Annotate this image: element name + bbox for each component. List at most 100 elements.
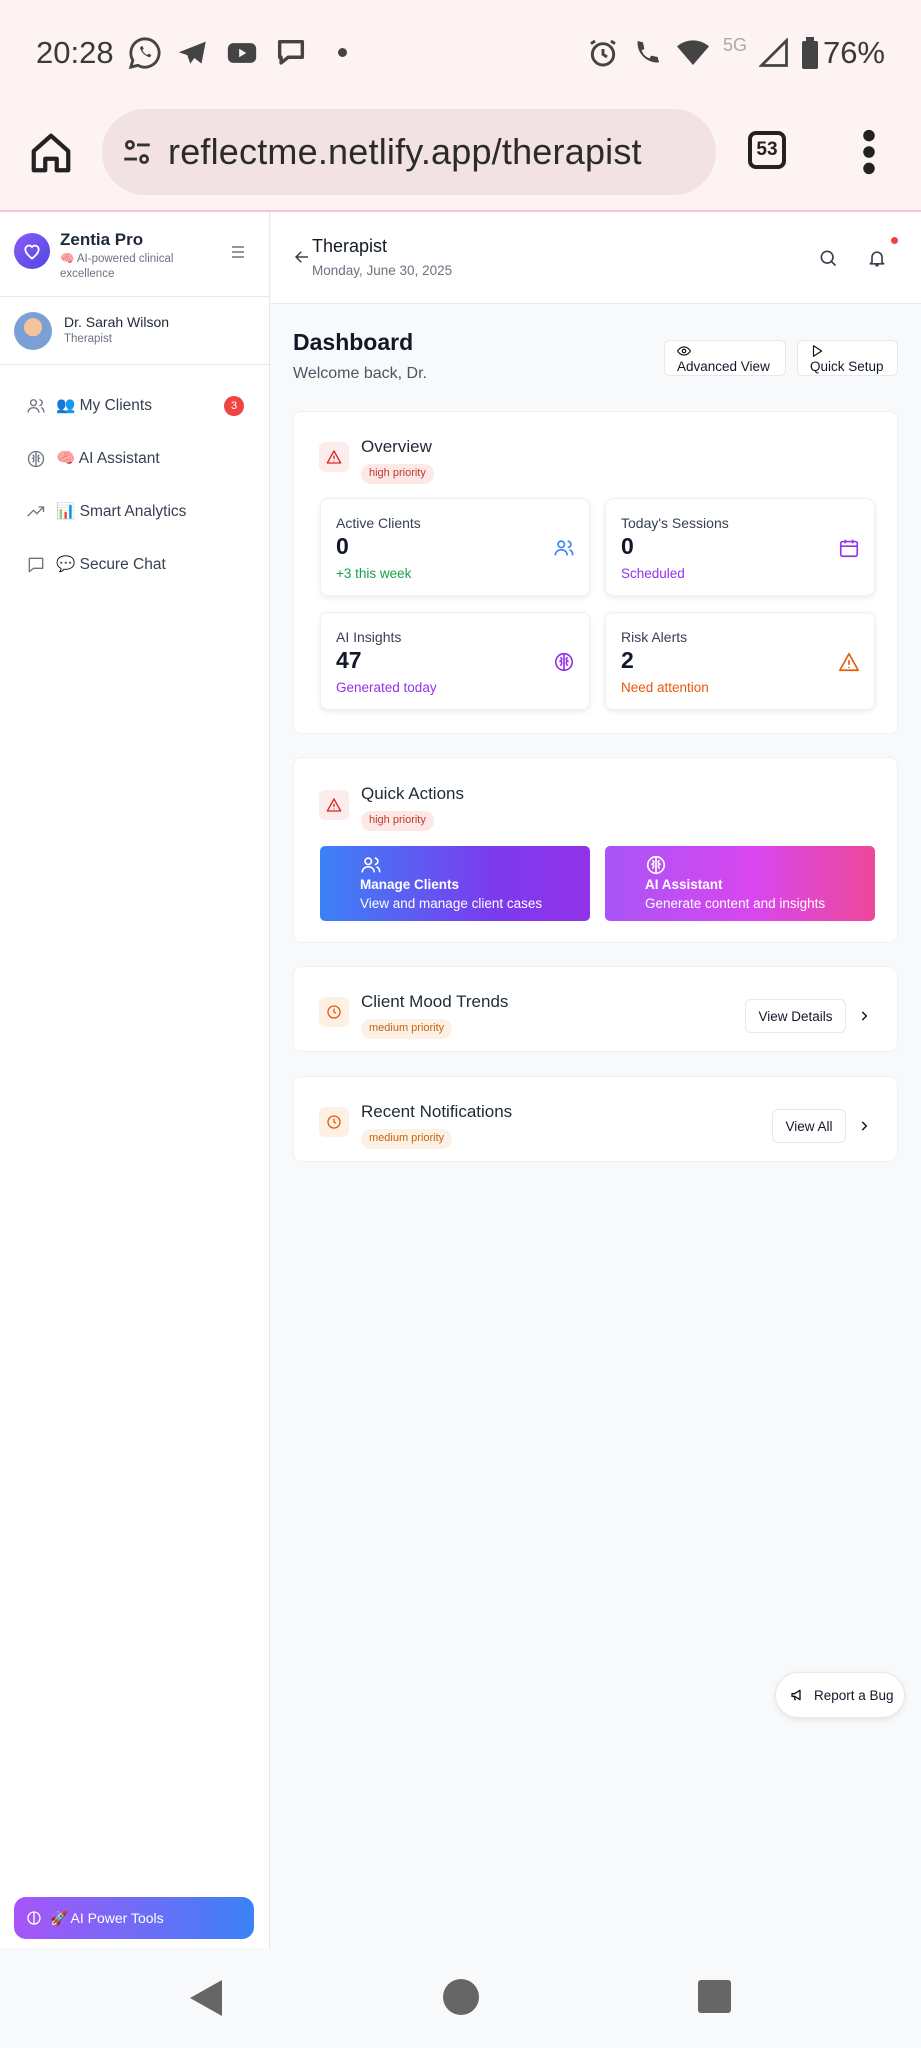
battery-icon	[801, 36, 818, 69]
sidebar-item-ai-assistant[interactable]: 🧠 AI Assistant	[0, 432, 269, 485]
calendar-icon	[839, 539, 859, 558]
url-text[interactable]: reflectme.netlify.app/therapist	[168, 131, 642, 173]
action-subtitle: Generate content and insights	[645, 896, 826, 911]
sidebar-nav: 👥 My Clients 3 🧠 AI Assistant 📊 Smart An…	[0, 365, 269, 591]
quick-setup-label: Quick Setup	[810, 359, 884, 374]
stat-card-ai-insights[interactable]: AI Insights 47 Generated today	[320, 612, 590, 710]
priority-badge: medium priority	[361, 1019, 453, 1039]
alert-icon	[839, 652, 859, 672]
sidebar-item-secure-chat[interactable]: 💬 Secure Chat	[0, 538, 269, 591]
stat-value: 47	[336, 647, 362, 673]
brain-icon	[646, 855, 666, 875]
advanced-view-button[interactable]: Advanced View	[664, 340, 786, 376]
status-bar: 20:28 5G 76%	[0, 0, 921, 105]
system-nav-bar	[0, 1948, 921, 2048]
brand-name: Zentia Pro	[60, 230, 144, 249]
sidebar-item-label: 👥 My Clients	[56, 397, 152, 414]
address-bar[interactable]: reflectme.netlify.app/therapist	[102, 109, 716, 195]
avatar	[14, 312, 52, 350]
brain-icon	[27, 1911, 41, 1925]
notification-dot-icon	[337, 48, 347, 57]
wifi-icon	[676, 39, 709, 65]
network-type: 5G	[722, 35, 747, 55]
stat-value: 0	[621, 533, 634, 559]
notifications-title: Recent Notifications	[361, 1102, 513, 1121]
notification-dot	[891, 237, 898, 244]
users-icon	[27, 398, 45, 413]
action-subtitle: View and manage client cases	[360, 896, 543, 911]
brain-icon	[27, 450, 45, 467]
signal-icon	[758, 37, 788, 67]
alert-triangle-icon	[319, 790, 349, 820]
nav-back-icon[interactable]	[188, 1978, 224, 2018]
brand-tagline: 🧠 AI-powered clinical excellence	[60, 253, 174, 280]
page-title: Therapist	[312, 236, 388, 256]
nav-home-icon[interactable]	[442, 1978, 480, 2016]
chat-icon	[28, 557, 44, 572]
stat-subtext: +3 this week	[336, 566, 412, 581]
priority-badge: high priority	[361, 811, 434, 831]
sidebar-item-my-clients[interactable]: 👥 My Clients 3	[0, 379, 269, 432]
brain-icon	[554, 652, 574, 672]
clock-icon	[319, 997, 349, 1027]
quick-setup-button[interactable]: Quick Setup	[797, 340, 898, 376]
clock-icon	[319, 1107, 349, 1137]
users-icon	[554, 540, 574, 556]
view-details-button[interactable]: View Details	[745, 999, 846, 1033]
home-icon[interactable]	[28, 130, 74, 176]
welcome-text: Welcome back, Dr.	[293, 365, 427, 382]
sidebar-item-smart-analytics[interactable]: 📊 Smart Analytics	[0, 485, 269, 538]
telegram-icon	[178, 41, 206, 64]
alert-triangle-icon	[319, 442, 349, 472]
eye-icon	[677, 346, 691, 356]
heart-logo-icon	[14, 233, 50, 269]
alarm-icon	[590, 39, 616, 66]
view-all-button[interactable]: View All	[772, 1109, 846, 1143]
user-role: Therapist	[64, 333, 112, 345]
site-settings-icon[interactable]	[120, 135, 154, 169]
chevron-right-icon[interactable]	[857, 1009, 871, 1023]
user-profile[interactable]: Dr. Sarah Wilson Therapist	[0, 297, 269, 365]
user-name: Dr. Sarah Wilson	[64, 314, 170, 330]
clients-count-badge: 3	[224, 396, 244, 416]
report-bug-button[interactable]: Report a Bug	[775, 1672, 905, 1718]
action-title: Manage Clients	[360, 877, 460, 892]
ai-assistant-button[interactable]: AI Assistant Generate content and insigh…	[605, 846, 875, 921]
battery-level: 76%	[822, 34, 885, 70]
nav-recents-icon[interactable]	[698, 1980, 731, 2013]
chevron-right-icon[interactable]	[857, 1119, 871, 1133]
hamburger-menu-icon[interactable]	[231, 246, 245, 258]
quick-actions-card: Quick Actions high priority Manage Clien…	[293, 757, 898, 943]
back-arrow-icon[interactable]	[293, 248, 311, 266]
overview-card: Overview high priority Active Clients 0 …	[293, 411, 898, 734]
play-icon	[812, 345, 823, 357]
trending-up-icon	[27, 505, 45, 517]
browser-menu-icon[interactable]	[862, 129, 876, 175]
stat-card-todays-sessions[interactable]: Today's Sessions 0 Scheduled	[605, 498, 875, 596]
megaphone-icon	[791, 1689, 801, 1701]
client-mood-trends-card[interactable]: Client Mood Trends medium priority View …	[293, 966, 898, 1052]
advanced-view-label: Advanced View	[677, 359, 770, 374]
stat-value: 2	[621, 647, 634, 673]
sidebar-item-label: 🧠 AI Assistant	[56, 450, 160, 467]
mood-trends-title: Client Mood Trends	[361, 992, 509, 1011]
whatsapp-icon	[128, 36, 161, 69]
stat-card-risk-alerts[interactable]: Risk Alerts 2 Need attention	[605, 612, 875, 710]
browser-toolbar: reflectme.netlify.app/therapist 53	[0, 105, 921, 210]
page-date: Monday, June 30, 2025	[312, 263, 453, 278]
action-title: AI Assistant	[645, 877, 723, 892]
stat-label: AI Insights	[336, 629, 402, 645]
bell-icon[interactable]	[867, 248, 887, 268]
search-icon[interactable]	[818, 248, 838, 268]
stat-label: Risk Alerts	[621, 629, 688, 645]
chat-bubble-icon	[277, 39, 304, 65]
recent-notifications-card[interactable]: Recent Notifications medium priority Vie…	[293, 1076, 898, 1162]
tab-count-button[interactable]: 53	[748, 131, 786, 169]
quick-actions-title: Quick Actions	[361, 784, 464, 803]
stat-subtext: Generated today	[336, 680, 437, 695]
stat-card-active-clients[interactable]: Active Clients 0 +3 this week	[320, 498, 590, 596]
ai-power-tools-button[interactable]: 🚀 AI Power Tools	[14, 1897, 254, 1939]
manage-clients-button[interactable]: Manage Clients View and manage client ca…	[320, 846, 590, 921]
sidebar-item-label: 📊 Smart Analytics	[56, 503, 187, 520]
sidebar-item-label: 💬 Secure Chat	[56, 556, 166, 573]
